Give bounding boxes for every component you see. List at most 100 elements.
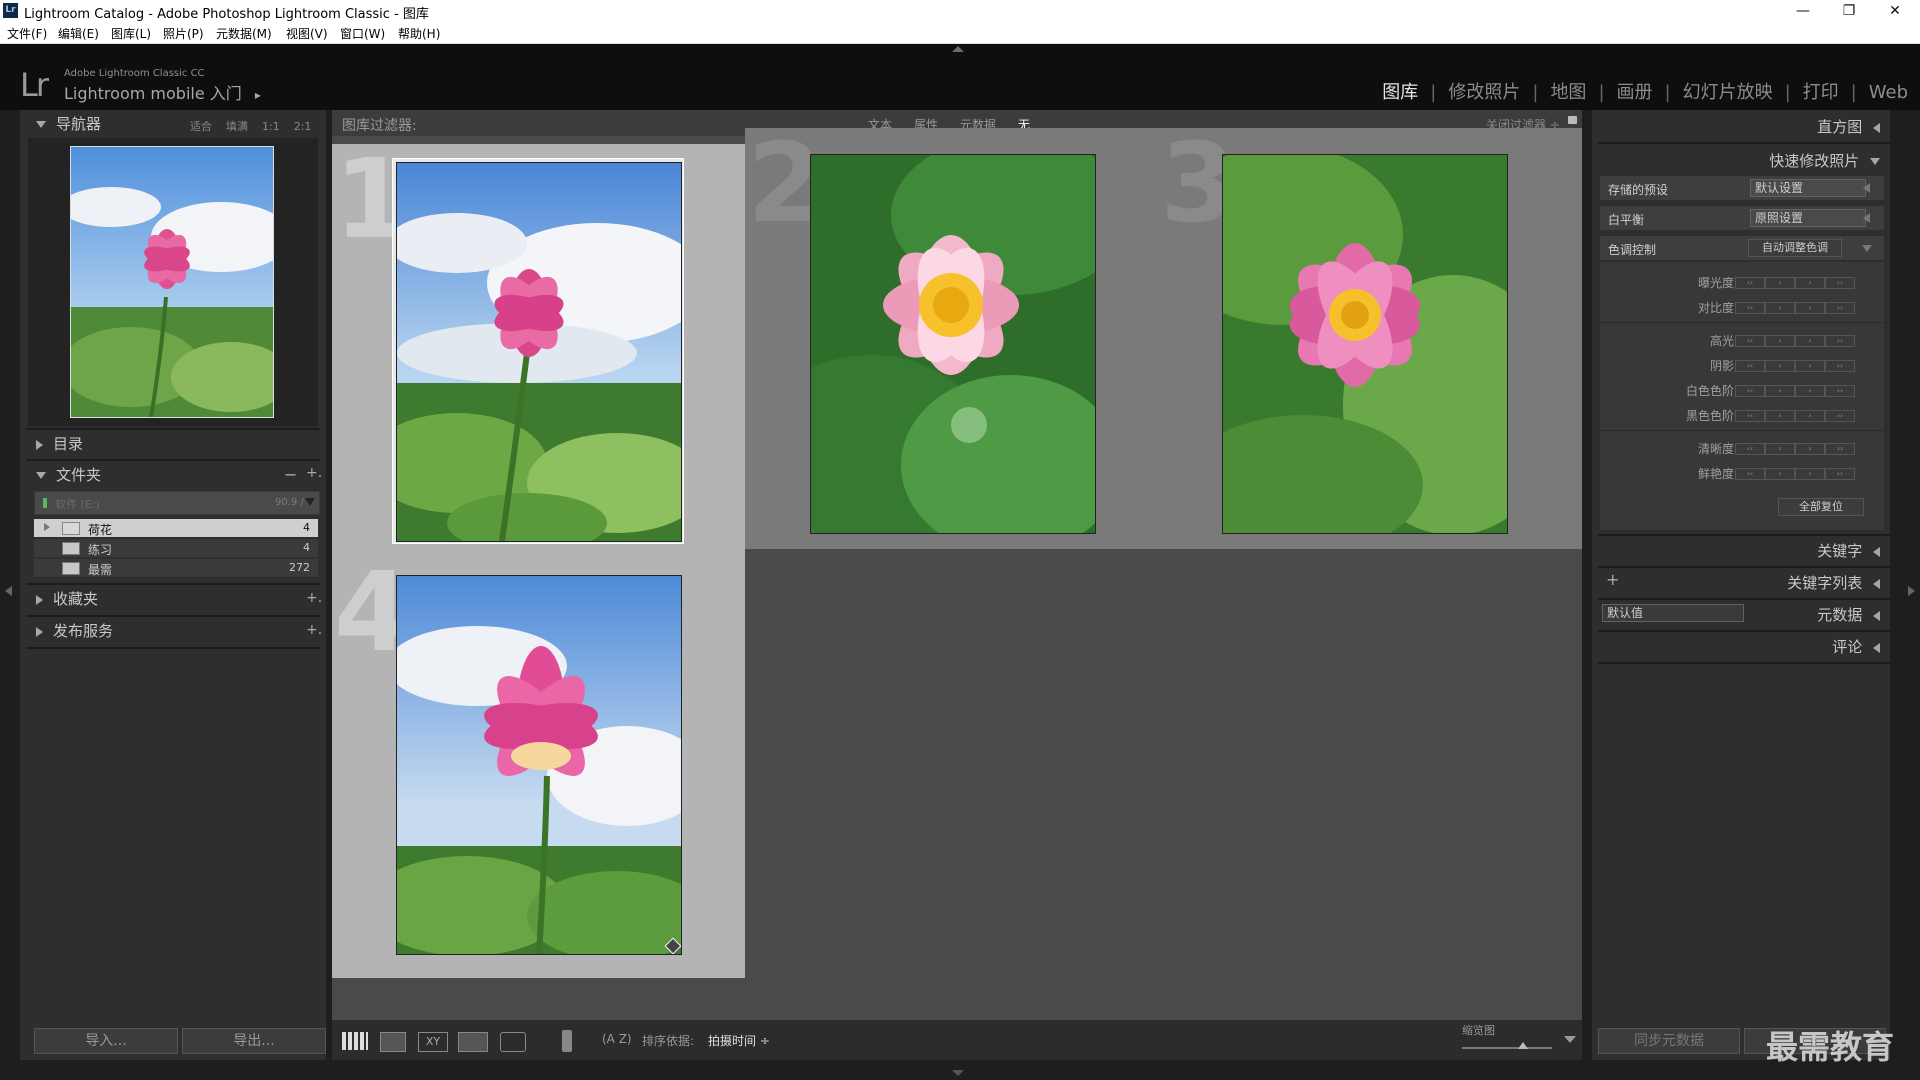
contrast-increase[interactable]: › — [1795, 302, 1825, 314]
metadata-preset-dropdown[interactable]: 默认值 — [1602, 604, 1744, 622]
loupe-view-icon[interactable] — [380, 1032, 406, 1052]
grid-cell-2[interactable]: 2 — [745, 128, 1158, 549]
painter-icon[interactable] — [562, 1030, 572, 1052]
clarity-large-increase[interactable]: ›› — [1825, 443, 1855, 455]
zoom-1-1[interactable]: 1:1 — [262, 120, 280, 133]
highlights-increase[interactable]: › — [1795, 335, 1825, 347]
highlights-decrease[interactable]: ‹ — [1765, 335, 1795, 347]
lock-icon[interactable] — [1568, 116, 1577, 124]
highlights-large-increase[interactable]: ›› — [1825, 335, 1855, 347]
blacks-increase[interactable]: › — [1795, 410, 1825, 422]
navigator-preview[interactable] — [28, 138, 318, 426]
shadows-large-increase[interactable]: ›› — [1825, 360, 1855, 372]
vibrance-large-increase[interactable]: ›› — [1825, 468, 1855, 480]
export-button[interactable]: 导出... — [182, 1028, 326, 1054]
vibrance-large-decrease[interactable]: ‹‹ — [1735, 468, 1765, 480]
module-book[interactable]: 画册 — [1617, 82, 1653, 103]
metadata-header[interactable]: 元数据 — [1817, 604, 1880, 625]
remove-folder-button[interactable]: − — [284, 465, 297, 484]
bottom-panel-toggle-icon[interactable] — [952, 1070, 964, 1076]
vibrance-increase[interactable]: › — [1795, 468, 1825, 480]
module-map[interactable]: 地图 — [1550, 82, 1586, 103]
people-view-icon[interactable] — [500, 1032, 526, 1052]
menu-help[interactable]: 帮助(H) — [398, 25, 440, 42]
module-library[interactable]: 图库 — [1382, 82, 1418, 103]
lightroom-mobile-link[interactable]: Lightroom mobile 入门 ▸ — [64, 80, 261, 104]
histogram-header[interactable]: 直方图 — [1817, 116, 1880, 137]
module-develop[interactable]: 修改照片 — [1448, 82, 1520, 103]
menu-library[interactable]: 图库(L) — [111, 25, 151, 42]
minimize-button[interactable]: — — [1780, 0, 1826, 22]
grid-cell-1[interactable]: 1 — [332, 144, 745, 557]
menu-metadata[interactable]: 元数据(M) — [216, 25, 272, 42]
volume-bar[interactable]: 软件 (E:) 90.9 / — [34, 491, 320, 515]
zoom-fit[interactable]: 适合 — [190, 120, 212, 133]
highlights-large-decrease[interactable]: ‹‹ — [1735, 335, 1765, 347]
add-folder-button[interactable]: +. — [306, 465, 322, 481]
right-panel-toggle-icon[interactable] — [1908, 580, 1920, 599]
compare-view-icon[interactable]: XY — [418, 1032, 448, 1052]
expand-icon[interactable] — [1863, 213, 1870, 223]
photo-thumbnail-4[interactable] — [396, 575, 682, 955]
zoom-2-1[interactable]: 2:1 — [294, 120, 312, 133]
photo-thumbnail-1[interactable] — [396, 162, 682, 542]
exposure-decrease[interactable]: ‹ — [1765, 277, 1795, 289]
exposure-increase[interactable]: › — [1795, 277, 1825, 289]
clarity-decrease[interactable]: ‹ — [1765, 443, 1795, 455]
menu-window[interactable]: 窗口(W) — [340, 25, 385, 42]
blacks-large-decrease[interactable]: ‹‹ — [1735, 410, 1765, 422]
add-collection-button[interactable]: +. — [306, 590, 322, 606]
keyword-list-header[interactable]: 关键字列表 — [1787, 572, 1880, 593]
folder-item-zuixu[interactable]: 最需 272 — [34, 559, 318, 577]
whites-decrease[interactable]: ‹ — [1765, 385, 1795, 397]
restore-button[interactable]: ❐ — [1826, 0, 1872, 22]
thumbnail-size-slider[interactable] — [1462, 1047, 1552, 1049]
folder-item-practice[interactable]: 练习 4 — [34, 539, 318, 557]
collapse-icon[interactable] — [1862, 245, 1872, 252]
menu-edit[interactable]: 编辑(E) — [58, 25, 99, 42]
shadows-increase[interactable]: › — [1795, 360, 1825, 372]
folder-item-lotus[interactable]: 荷花 4 — [34, 519, 318, 537]
sort-direction-icon[interactable]: (A Z) — [602, 1032, 632, 1046]
menu-file[interactable]: 文件(F) — [7, 25, 47, 42]
comments-header[interactable]: 评论 — [1832, 636, 1880, 657]
saved-preset-dropdown[interactable]: 默认设置 — [1750, 179, 1866, 197]
close-button[interactable]: ✕ — [1872, 0, 1918, 22]
clarity-increase[interactable]: › — [1795, 443, 1825, 455]
catalog-header[interactable]: 目录 — [36, 430, 83, 458]
module-print[interactable]: 打印 — [1803, 82, 1839, 103]
add-publish-service-button[interactable]: +. — [306, 622, 322, 638]
blacks-large-increase[interactable]: ›› — [1825, 410, 1855, 422]
toolbar-menu-icon[interactable] — [1564, 1036, 1576, 1043]
white-balance-dropdown[interactable]: 原照设置 — [1750, 209, 1866, 227]
sort-by-dropdown[interactable]: 拍摄时间 ÷ — [708, 1032, 770, 1049]
shadows-large-decrease[interactable]: ‹‹ — [1735, 360, 1765, 372]
import-button[interactable]: 导入... — [34, 1028, 178, 1054]
keywording-header[interactable]: 关键字 — [1817, 540, 1880, 561]
add-keyword-button[interactable]: + — [1606, 570, 1619, 589]
quick-develop-header[interactable]: 快速修改照片 — [1769, 150, 1880, 171]
contrast-large-decrease[interactable]: ‹‹ — [1735, 302, 1765, 314]
whites-large-increase[interactable]: ›› — [1825, 385, 1855, 397]
shadows-decrease[interactable]: ‹ — [1765, 360, 1795, 372]
zoom-fill[interactable]: 填满 — [226, 120, 248, 133]
exposure-large-increase[interactable]: ›› — [1825, 277, 1855, 289]
collections-header[interactable]: 收藏夹 — [36, 585, 98, 613]
vibrance-decrease[interactable]: ‹ — [1765, 468, 1795, 480]
menu-photo[interactable]: 照片(P) — [163, 25, 204, 42]
whites-large-decrease[interactable]: ‹‹ — [1735, 385, 1765, 397]
module-web[interactable]: Web — [1869, 82, 1908, 103]
exposure-large-decrease[interactable]: ‹‹ — [1735, 277, 1765, 289]
publish-services-header[interactable]: 发布服务 — [36, 617, 113, 645]
menu-view[interactable]: 视图(V) — [286, 25, 328, 42]
volume-dropdown-icon[interactable] — [305, 498, 315, 506]
photo-thumbnail-3[interactable] — [1222, 154, 1508, 534]
grid-view-icon[interactable] — [342, 1032, 368, 1050]
top-panel-toggle-icon[interactable] — [952, 46, 964, 52]
folders-header[interactable]: 文件夹 — [36, 461, 101, 489]
auto-tone-button[interactable]: 自动调整色调 — [1748, 239, 1842, 257]
survey-view-icon[interactable] — [458, 1032, 488, 1052]
photo-thumbnail-2[interactable] — [810, 154, 1096, 534]
sync-metadata-button[interactable]: 同步元数据 — [1598, 1028, 1740, 1054]
grid-cell-4[interactable]: 4 — [332, 557, 745, 978]
